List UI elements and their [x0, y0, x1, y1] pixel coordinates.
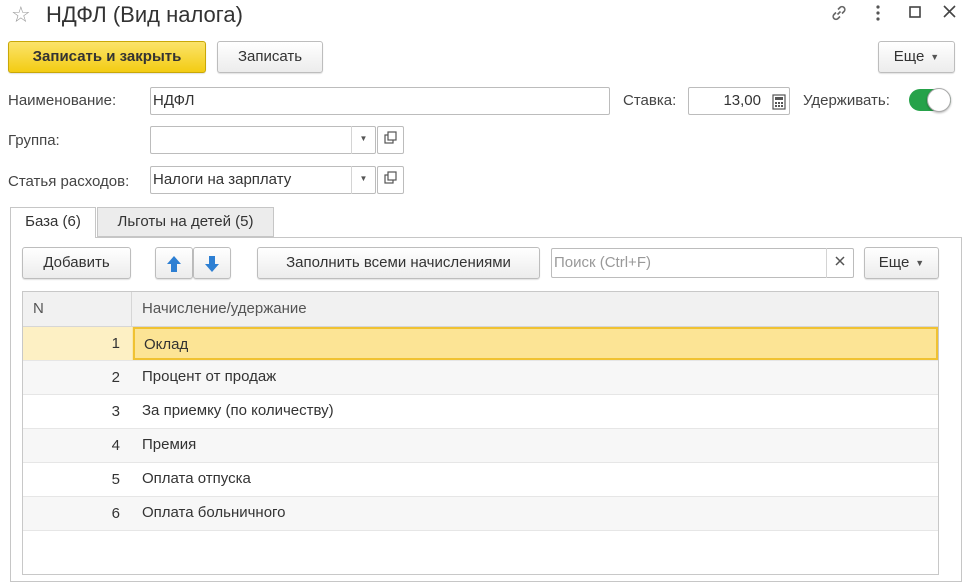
search-input[interactable]: Поиск (Ctrl+F): [551, 248, 854, 278]
group-field[interactable]: ▼: [150, 126, 376, 154]
move-down-button[interactable]: [193, 247, 231, 279]
accruals-table: N Начисление/удержание 1 Оклад 2 Процент…: [22, 291, 939, 575]
row-number: 4: [111, 437, 120, 454]
row-name: Оплата отпуска: [142, 470, 251, 487]
fill-all-accruals-button[interactable]: Заполнить всеми начислениями: [257, 247, 540, 279]
chevron-down-icon[interactable]: ▼: [351, 166, 375, 194]
column-header-n[interactable]: N: [23, 292, 132, 327]
table-row[interactable]: 4 Премия: [23, 429, 938, 463]
table-row[interactable]: 2 Процент от продаж: [23, 361, 938, 395]
row-name: Оплата больничного: [142, 504, 286, 521]
clear-icon[interactable]: [826, 248, 853, 278]
row-number: 6: [111, 505, 120, 522]
row-name: За приемку (по количеству): [142, 402, 334, 419]
maximize-icon[interactable]: [904, 4, 926, 24]
open-form-icon[interactable]: [377, 166, 404, 194]
chevron-down-icon: ▼: [915, 258, 925, 269]
add-button[interactable]: Добавить: [22, 247, 131, 279]
rate-label: Ставка:: [623, 92, 677, 109]
arrow-up-icon: [166, 254, 182, 273]
toggle-knob: [927, 88, 951, 112]
row-number: 5: [111, 471, 120, 488]
row-name: Процент от продаж: [142, 368, 277, 385]
chevron-down-icon[interactable]: ▼: [351, 126, 375, 154]
withhold-toggle[interactable]: [909, 88, 951, 112]
table-row[interactable]: 1 Оклад: [23, 327, 938, 361]
tab-base[interactable]: База (6): [10, 207, 96, 238]
rate-value: 13,00: [723, 92, 761, 109]
page-title: НДФЛ (Вид налога): [46, 2, 243, 27]
more-label: Еще: [893, 48, 925, 65]
table-row[interactable]: 5 Оплата отпуска: [23, 463, 938, 497]
save-and-close-button[interactable]: Записать и закрыть: [8, 41, 206, 73]
move-up-button[interactable]: [155, 247, 193, 279]
link-icon[interactable]: [828, 4, 850, 24]
name-label: Наименование:: [8, 92, 117, 109]
row-name: Оклад: [133, 327, 938, 360]
group-label: Группа:: [8, 132, 60, 149]
name-field[interactable]: НДФЛ: [150, 87, 610, 115]
chevron-down-icon: ▼: [930, 52, 940, 63]
more-button[interactable]: Еще ▼: [878, 41, 955, 73]
table-row[interactable]: 6 Оплата больничного: [23, 497, 938, 531]
expense-value: Налоги на зарплату: [153, 171, 292, 188]
withhold-label: Удерживать:: [803, 92, 890, 109]
open-form-icon[interactable]: [377, 126, 404, 154]
calculator-icon[interactable]: [772, 93, 786, 119]
table-header: N Начисление/удержание: [23, 292, 938, 327]
panel-more-label: Еще: [878, 254, 910, 271]
row-number: 2: [111, 369, 120, 386]
panel-more-button[interactable]: Еще ▼: [864, 247, 939, 279]
kebab-menu-icon[interactable]: [867, 4, 889, 24]
rate-field[interactable]: 13,00: [688, 87, 790, 115]
close-icon[interactable]: [938, 4, 960, 24]
arrow-down-icon: [204, 254, 220, 273]
favorite-star-icon[interactable]: ☆: [11, 3, 31, 27]
row-number: 3: [111, 403, 120, 420]
row-name: Премия: [142, 436, 197, 453]
expense-field[interactable]: Налоги на зарплату ▼: [150, 166, 376, 194]
expense-label: Статья расходов:: [8, 173, 130, 190]
tab-child-benefits[interactable]: Льготы на детей (5): [97, 207, 274, 237]
row-number: 1: [23, 327, 132, 360]
column-header-accrual[interactable]: Начисление/удержание: [133, 292, 307, 327]
save-button[interactable]: Записать: [217, 41, 323, 73]
table-row[interactable]: 3 За приемку (по количеству): [23, 395, 938, 429]
search-placeholder: Поиск (Ctrl+F): [554, 254, 651, 271]
